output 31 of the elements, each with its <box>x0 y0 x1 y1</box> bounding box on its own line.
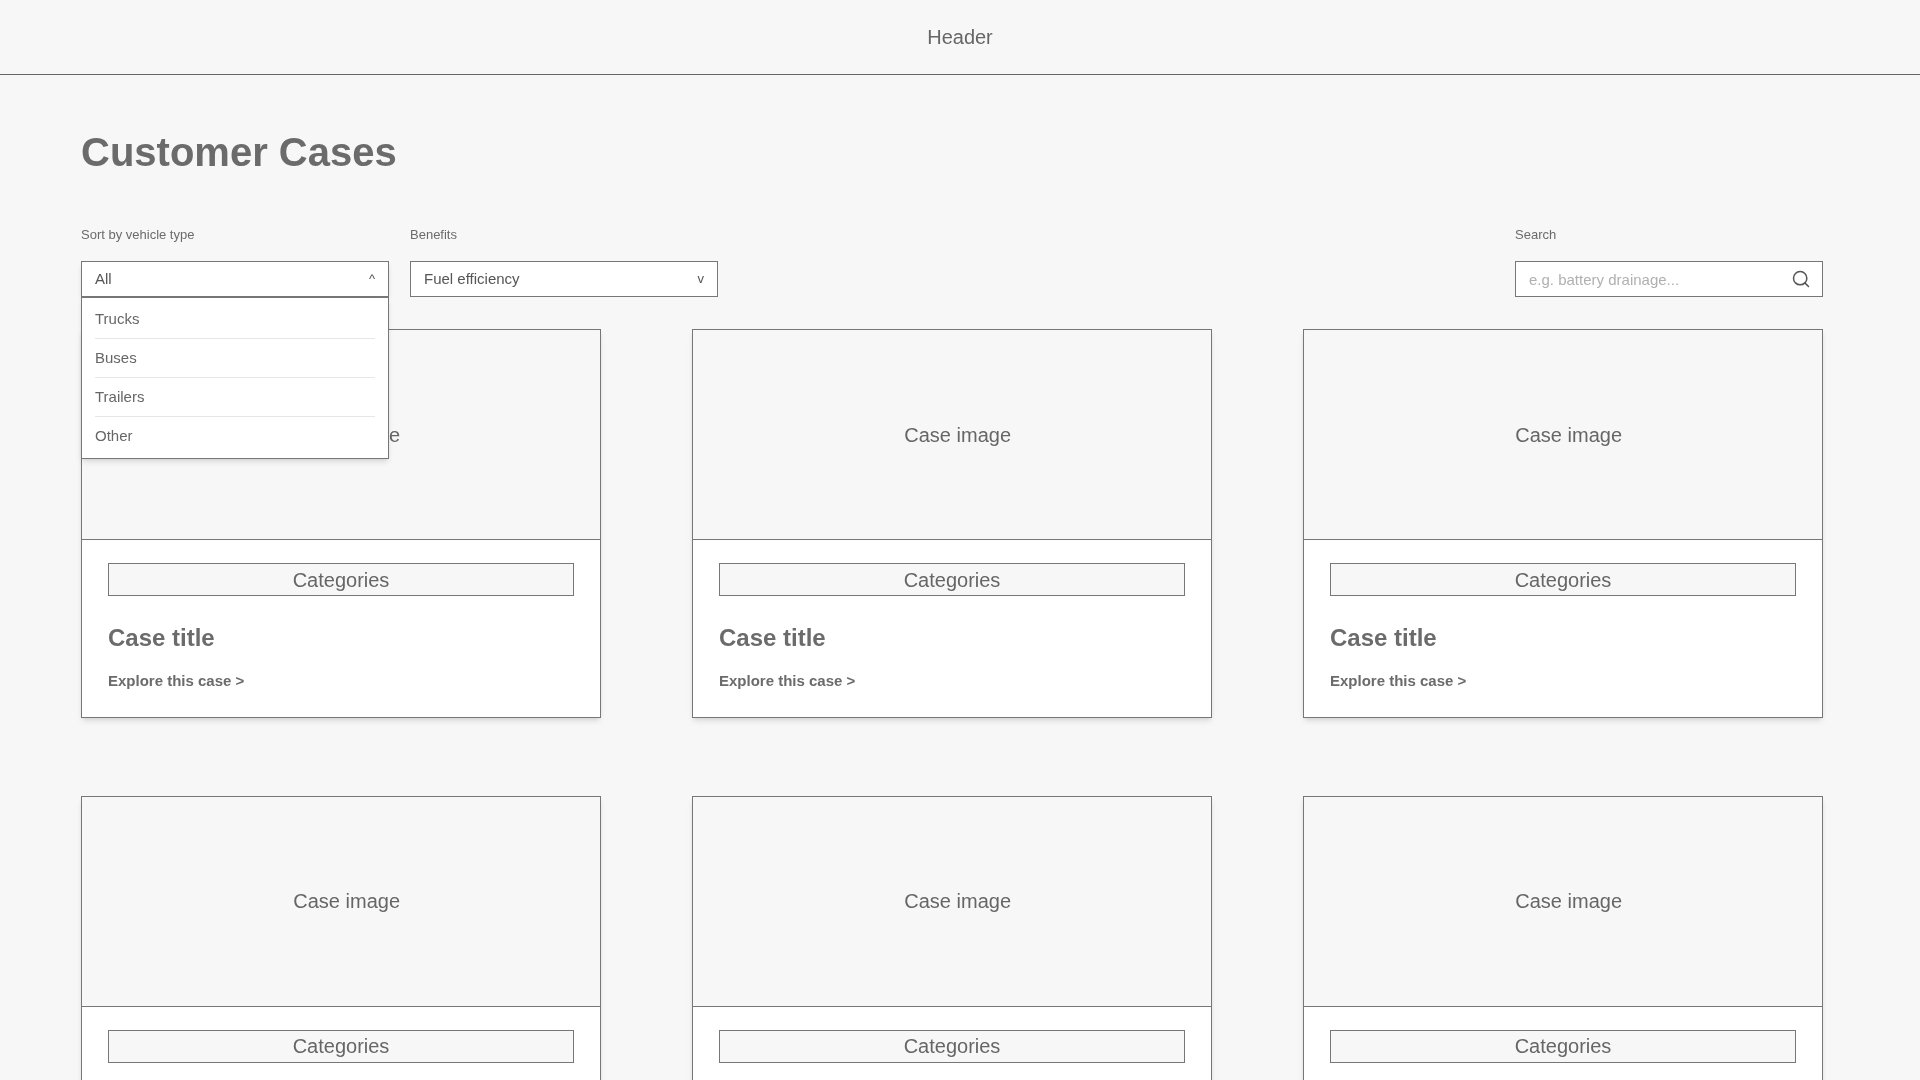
header-title: Header <box>927 25 993 50</box>
dropdown[interactable]: All ^ <box>81 261 389 297</box>
dropdown-option[interactable]: Buses <box>95 339 375 378</box>
explore-link[interactable]: Explore this case > <box>108 670 245 693</box>
image-label: Case image <box>903 422 1011 448</box>
category-bar: Categories <box>719 1029 1185 1063</box>
image-label: Case image <box>1514 889 1622 914</box>
filter-label: Sort by vehicle type <box>81 226 196 243</box>
category-bar: Categories <box>719 563 1185 596</box>
category-bar: Categories <box>1330 1029 1796 1063</box>
image-label: Case image <box>292 889 400 914</box>
category-bar: Categories <box>108 563 574 596</box>
search-field[interactable]: e.g. battery drainage... <box>1515 261 1823 297</box>
explore-link[interactable]: Explore this case > <box>719 670 856 693</box>
image-label: Case image <box>903 889 1011 914</box>
image-label: Case image <box>1514 422 1622 448</box>
dropdown-option[interactable]: Other <box>95 417 375 456</box>
category-bar: Categories <box>108 1029 574 1063</box>
dropdown-option[interactable]: Trailers <box>95 378 375 417</box>
case-title: Case title <box>719 623 827 653</box>
page-title: Customer Cases <box>81 129 398 176</box>
case-title: Case title <box>1330 623 1438 653</box>
image-label: e <box>387 422 400 448</box>
dropdown[interactable]: Fuel efficiency v <box>410 261 718 297</box>
search-icon[interactable] <box>1791 269 1811 289</box>
search-label: Search <box>1515 226 1558 243</box>
category-bar: Categories <box>1330 563 1796 596</box>
case-title: Case title <box>108 623 216 653</box>
dropdown-option[interactable]: Trucks <box>95 300 375 339</box>
filter-label: Benefits <box>410 226 458 243</box>
explore-link[interactable]: Explore this case > <box>1330 670 1467 693</box>
